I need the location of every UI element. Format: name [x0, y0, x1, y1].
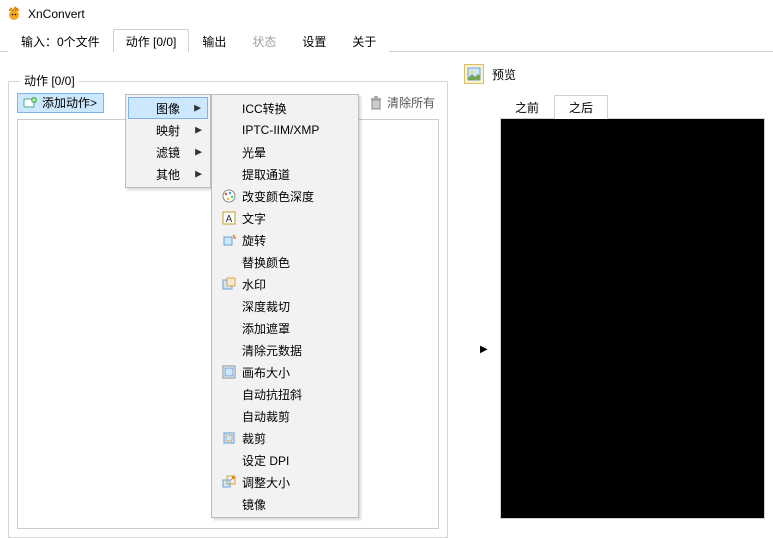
submenu-item-canvas-size[interactable]: 画布大小 — [214, 361, 356, 383]
tab-output[interactable]: 输出 — [189, 29, 239, 52]
menu-item-filter[interactable]: 滤镜 ▶ — [128, 141, 208, 163]
blank-icon — [132, 144, 154, 160]
svg-text:A: A — [226, 214, 233, 225]
chevron-right-icon: ▶ — [195, 125, 202, 136]
submenu-item-rotate[interactable]: 旋转 — [214, 229, 356, 251]
add-action-menu: 图像 ▶ 映射 ▶ 滤镜 ▶ 其他 ▶ — [125, 94, 211, 188]
preview-area — [500, 119, 765, 519]
submenu-item-set-dpi[interactable]: 设定 DPI — [214, 449, 356, 471]
clear-all-button[interactable]: 清除所有 — [364, 92, 439, 113]
submenu-item-deskew[interactable]: 自动抗扭斜 — [214, 383, 356, 405]
menu-item-other-label: 其他 — [156, 166, 180, 183]
preview-tabs: 之前 之后 — [500, 94, 765, 119]
submenu-item-mirror[interactable]: 镜像 — [214, 493, 356, 515]
tab-about[interactable]: 关于 — [339, 29, 389, 52]
blank-icon — [218, 122, 240, 138]
canvas-icon — [218, 364, 240, 380]
blank-icon — [132, 166, 154, 182]
main-tabs: 输入：0个文件 动作 [0/0] 输出 状态 设置 关于 — [0, 28, 773, 52]
submenu-item-crop[interactable]: 裁剪 — [214, 427, 356, 449]
image-submenu: ICC转换 IPTC-IIM/XMP 光晕 提取通道 改变颜色深度 A文字 旋转… — [211, 94, 359, 518]
submenu-item-color-depth[interactable]: 改变颜色深度 — [214, 185, 356, 207]
menu-item-map-label: 映射 — [156, 122, 180, 139]
app-icon — [6, 6, 22, 22]
plus-icon — [22, 95, 38, 111]
submenu-item-watermark[interactable]: 水印 — [214, 273, 356, 295]
preview-icon[interactable] — [464, 64, 484, 84]
expand-arrow-icon[interactable]: ▶ — [480, 344, 488, 355]
preview-label: 预览 — [492, 66, 516, 83]
trash-icon — [368, 95, 384, 111]
submenu-item-extract-channel[interactable]: 提取通道 — [214, 163, 356, 185]
add-action-button[interactable]: 添加动作> — [17, 93, 104, 113]
submenu-item-text[interactable]: A文字 — [214, 207, 356, 229]
blank-icon — [218, 166, 240, 182]
rotate-icon — [218, 232, 240, 248]
blank-icon — [218, 254, 240, 270]
blank-icon — [132, 122, 154, 138]
app-title: XnConvert — [28, 7, 85, 21]
menu-item-image-label: 图像 — [156, 100, 180, 117]
palette-icon — [218, 188, 240, 204]
blank-icon — [218, 100, 240, 116]
blank-icon — [218, 342, 240, 358]
menu-item-other[interactable]: 其他 ▶ — [128, 163, 208, 185]
submenu-item-replace-color[interactable]: 替换颜色 — [214, 251, 356, 273]
submenu-item-resize[interactable]: 调整大小 — [214, 471, 356, 493]
submenu-item-autocrop[interactable]: 自动裁剪 — [214, 405, 356, 427]
blank-icon — [218, 452, 240, 468]
watermark-icon — [218, 276, 240, 292]
crop-icon — [218, 430, 240, 446]
tab-before[interactable]: 之前 — [500, 95, 554, 119]
tab-input[interactable]: 输入：0个文件 — [8, 29, 113, 52]
tab-actions[interactable]: 动作 [0/0] — [113, 29, 190, 52]
tab-status[interactable]: 状态 — [239, 29, 289, 52]
submenu-item-add-mask[interactable]: 添加遮罩 — [214, 317, 356, 339]
submenu-item-clear-meta[interactable]: 清除元数据 — [214, 339, 356, 361]
menu-item-filter-label: 滤镜 — [156, 144, 180, 161]
add-action-label: 添加动作> — [42, 94, 97, 111]
tab-after[interactable]: 之后 — [554, 95, 608, 119]
submenu-item-iptc[interactable]: IPTC-IIM/XMP — [214, 119, 356, 141]
menu-item-image[interactable]: 图像 ▶ — [128, 97, 208, 119]
submenu-item-icc[interactable]: ICC转换 — [214, 97, 356, 119]
blank-icon — [218, 320, 240, 336]
text-icon: A — [218, 210, 240, 226]
submenu-item-deep-crop[interactable]: 深度裁切 — [214, 295, 356, 317]
actions-panel-title: 动作 [0/0] — [20, 72, 79, 89]
blank-icon — [132, 100, 154, 116]
menu-item-map[interactable]: 映射 ▶ — [128, 119, 208, 141]
submenu-item-halo[interactable]: 光晕 — [214, 141, 356, 163]
clear-all-label: 清除所有 — [387, 94, 435, 111]
chevron-right-icon: ▶ — [195, 147, 202, 158]
blank-icon — [218, 408, 240, 424]
blank-icon — [218, 298, 240, 314]
blank-icon — [218, 386, 240, 402]
chevron-right-icon: ▶ — [194, 103, 201, 114]
resize-icon — [218, 474, 240, 490]
chevron-right-icon: ▶ — [195, 169, 202, 180]
titlebar: XnConvert — [0, 0, 773, 28]
blank-icon — [218, 144, 240, 160]
blank-icon — [218, 496, 240, 512]
tab-settings[interactable]: 设置 — [289, 29, 339, 52]
